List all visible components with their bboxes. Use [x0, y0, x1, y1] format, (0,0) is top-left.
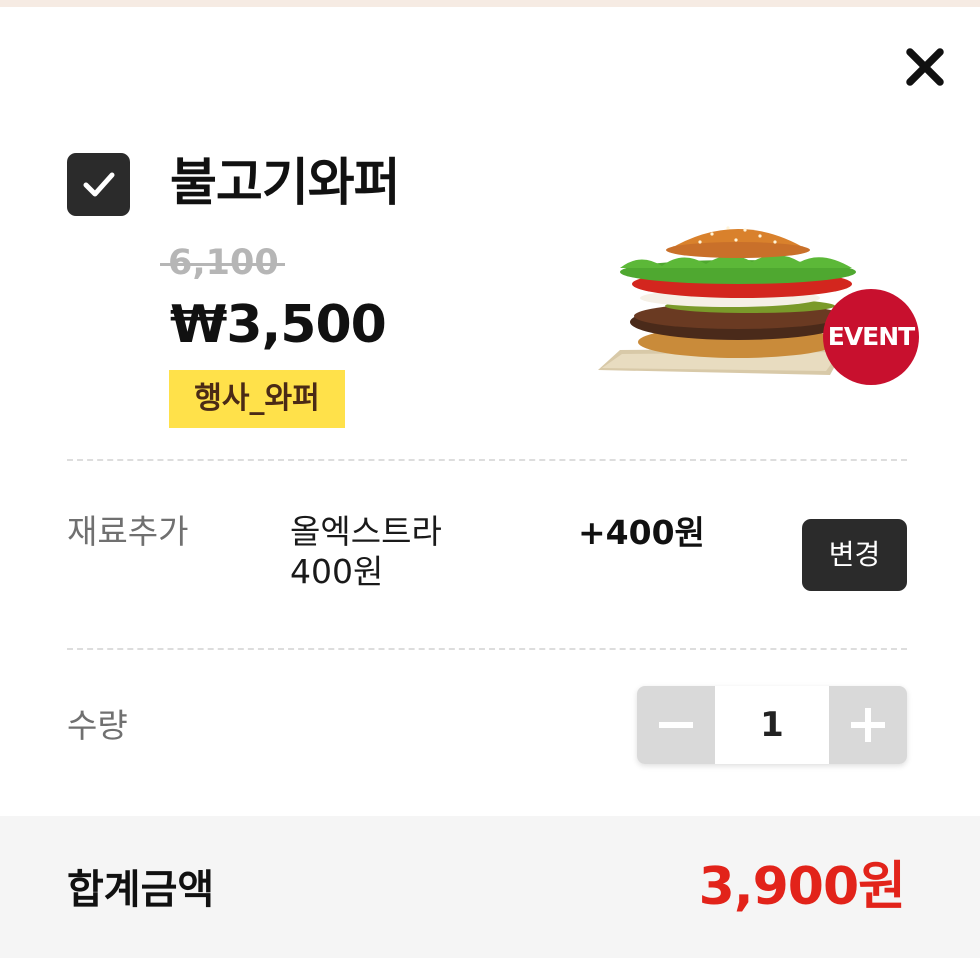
- event-badge: EVENT: [823, 289, 919, 385]
- options-label: 재료추가: [67, 512, 189, 551]
- plus-icon: [851, 708, 885, 742]
- options-value: 올엑스트라 400원: [290, 512, 442, 592]
- minus-icon: [659, 722, 693, 728]
- options-value-line2: 400원: [290, 552, 384, 591]
- checkmark-icon: [83, 172, 115, 197]
- divider-middle: [67, 648, 907, 650]
- divider-top: [67, 459, 907, 461]
- quantity-stepper: 1: [637, 686, 907, 764]
- options-price: +400원: [578, 513, 705, 552]
- total-value: 3,900원: [698, 857, 906, 917]
- product-name: 불고기와퍼: [170, 154, 401, 213]
- options-value-line1: 올엑스트라: [290, 512, 442, 551]
- top-strip: [0, 0, 980, 7]
- total-footer: 합계금액 3,900원: [0, 816, 980, 958]
- change-options-button[interactable]: 변경: [802, 519, 907, 591]
- quantity-label: 수량: [67, 706, 128, 745]
- total-label: 합계금액: [67, 867, 215, 913]
- decrease-quantity-button[interactable]: [637, 686, 715, 764]
- strikethrough-line: [160, 263, 285, 266]
- product-select-checkbox[interactable]: [67, 153, 130, 216]
- original-price: 6,100: [160, 240, 285, 286]
- quantity-value: 1: [760, 705, 784, 745]
- increase-quantity-button[interactable]: [829, 686, 907, 764]
- close-button[interactable]: [896, 38, 954, 96]
- promo-tag: 행사_와퍼: [169, 370, 345, 428]
- close-icon: [906, 48, 944, 86]
- sale-price: ₩3,500: [170, 295, 387, 355]
